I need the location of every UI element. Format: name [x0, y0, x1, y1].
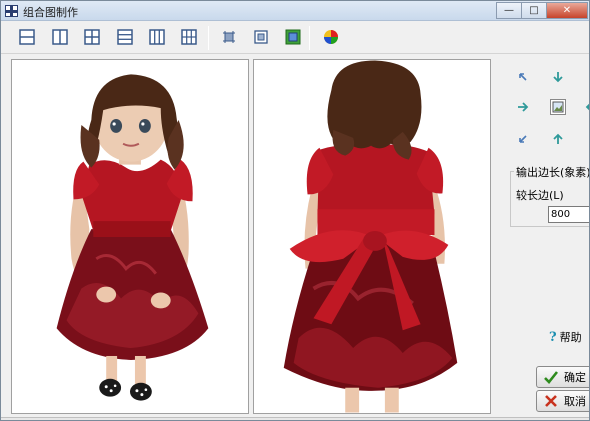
toolbar-separator: [208, 26, 209, 50]
layout-2-rows-icon[interactable]: [15, 26, 39, 48]
app-icon: [5, 5, 18, 17]
color-icon[interactable]: [319, 26, 343, 48]
fit-frame-icon[interactable]: [249, 26, 273, 48]
minimize-button[interactable]: —: [496, 2, 522, 19]
maximize-button[interactable]: □: [521, 2, 547, 19]
arrow-left-icon[interactable]: [583, 99, 589, 115]
arrow-down-icon[interactable]: [550, 69, 566, 85]
window-controls: — □ ✕: [496, 2, 588, 19]
layout-2-cols-icon[interactable]: [48, 26, 72, 48]
image-panel-left[interactable]: [11, 59, 249, 414]
help-icon: ?: [549, 329, 557, 345]
image-center-icon[interactable]: [550, 99, 566, 115]
arrow-right-icon[interactable]: [515, 99, 531, 115]
select-frame-icon[interactable]: [281, 26, 305, 48]
output-size-title: 输出边长(象素): [514, 164, 589, 180]
layout-4-grid-icon[interactable]: [80, 26, 104, 48]
toolbar-separator: [309, 26, 310, 50]
dialog-window: 组合图制作 — □ ✕ 输出边长(象素) 较长边(L) 800 ? 帮助 确定 …: [0, 0, 590, 421]
status-bar: [1, 417, 589, 420]
arrow-down-left-icon[interactable]: [515, 131, 531, 147]
cross-icon: [545, 395, 557, 407]
cancel-button[interactable]: 取消: [536, 390, 589, 412]
ok-label: 确定: [564, 371, 586, 384]
layout-3-cols-icon[interactable]: [145, 26, 169, 48]
position-nav-pad: [513, 67, 589, 147]
layout-3-rows-icon[interactable]: [113, 26, 137, 48]
title-bar[interactable]: 组合图制作 — □ ✕: [1, 1, 589, 21]
layout-6-grid-icon[interactable]: [177, 26, 201, 48]
help-label: 帮助: [559, 331, 582, 344]
doll-back-image: [254, 60, 490, 413]
arrow-up-left-icon[interactable]: [515, 69, 531, 85]
crop-icon[interactable]: [217, 26, 241, 48]
close-button[interactable]: ✕: [546, 2, 588, 19]
checkmark-icon: [544, 371, 559, 384]
cancel-label: 取消: [564, 395, 586, 408]
help-link[interactable]: ? 帮助: [549, 329, 582, 345]
image-panel-right[interactable]: [253, 59, 491, 414]
ok-button[interactable]: 确定: [536, 366, 589, 388]
window-title: 组合图制作: [23, 6, 78, 19]
long-edge-label: 较长边(L): [516, 189, 564, 202]
output-size-group: 输出边长(象素) 较长边(L) 800: [510, 164, 589, 227]
long-edge-input[interactable]: 800: [548, 206, 589, 223]
arrow-up-icon[interactable]: [550, 131, 566, 147]
doll-front-image: [12, 60, 248, 413]
layout-toolbar: [1, 22, 589, 54]
